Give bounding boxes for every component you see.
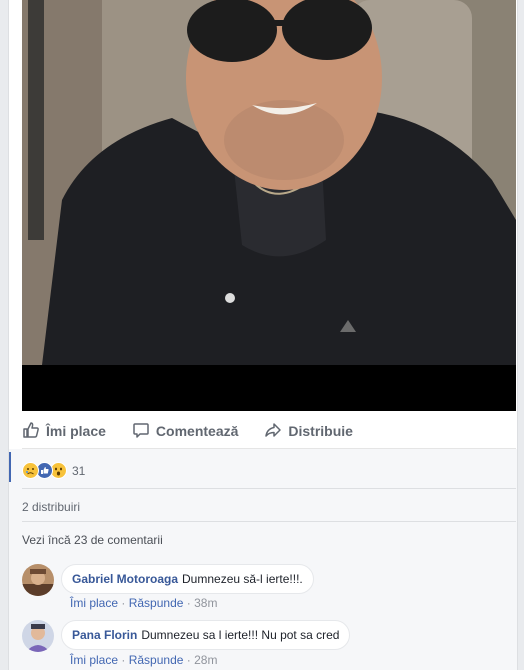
comment-label: Comentează bbox=[155, 423, 239, 439]
comment-meta: Îmi place · Răspunde · 38m bbox=[70, 596, 218, 610]
avatar[interactable] bbox=[22, 564, 54, 596]
divider bbox=[22, 488, 516, 489]
thumbs-up-icon bbox=[22, 421, 46, 442]
comment-meta: Îmi place · Răspunde · 28m bbox=[70, 653, 218, 667]
focus-accent bbox=[9, 452, 11, 482]
shares-count[interactable]: 2 distribuiri bbox=[22, 500, 80, 514]
like-label: Îmi place bbox=[46, 423, 106, 439]
avatar[interactable] bbox=[22, 620, 54, 652]
comment-text: Dumnezeu sa l ierte!!! Nu pot sa cred bbox=[141, 628, 340, 642]
comment-time[interactable]: 38m bbox=[194, 596, 217, 610]
comment-like-link[interactable]: Îmi place bbox=[70, 653, 118, 667]
post-action-bar: Îmi place Comentează Distribuie bbox=[22, 414, 516, 449]
reaction-count: 31 bbox=[72, 463, 86, 478]
comment-time[interactable]: 28m bbox=[194, 653, 217, 667]
comment-reply-link[interactable]: Răspunde bbox=[129, 596, 184, 610]
comment-like-link[interactable]: Îmi place bbox=[70, 596, 118, 610]
post-card: Îmi place Comentează Distribuie 31 2 dis… bbox=[8, 0, 518, 670]
reactions-summary[interactable]: 31 bbox=[22, 462, 85, 479]
post-photo[interactable] bbox=[22, 0, 516, 411]
sad-icon bbox=[22, 462, 39, 479]
divider bbox=[22, 521, 516, 522]
comment-reply-link[interactable]: Răspunde bbox=[129, 653, 184, 667]
comment-button[interactable]: Comentează bbox=[132, 421, 238, 442]
view-more-comments-link[interactable]: Vezi încă 23 de comentarii bbox=[22, 533, 163, 547]
like-button[interactable]: Îmi place bbox=[22, 421, 106, 442]
share-button[interactable]: Distribuie bbox=[264, 421, 353, 442]
comment-bubble: Gabriel Motoroaga Dumnezeu să-l ierte!!!. bbox=[61, 564, 314, 594]
comment-item: Pana Florin Dumnezeu sa l ierte!!! Nu pot… bbox=[22, 620, 351, 652]
comment-author[interactable]: Pana Florin bbox=[72, 628, 137, 642]
comment-author[interactable]: Gabriel Motoroaga bbox=[72, 572, 178, 586]
comment-text: Dumnezeu să-l ierte!!!. bbox=[182, 572, 303, 586]
comment-bubble: Pana Florin Dumnezeu sa l ierte!!! Nu pot… bbox=[61, 620, 351, 650]
comment-icon bbox=[132, 421, 156, 442]
comment-item: Gabriel Motoroaga Dumnezeu să-l ierte!!!. bbox=[22, 564, 314, 596]
share-icon bbox=[264, 421, 288, 442]
share-label: Distribuie bbox=[288, 423, 353, 439]
